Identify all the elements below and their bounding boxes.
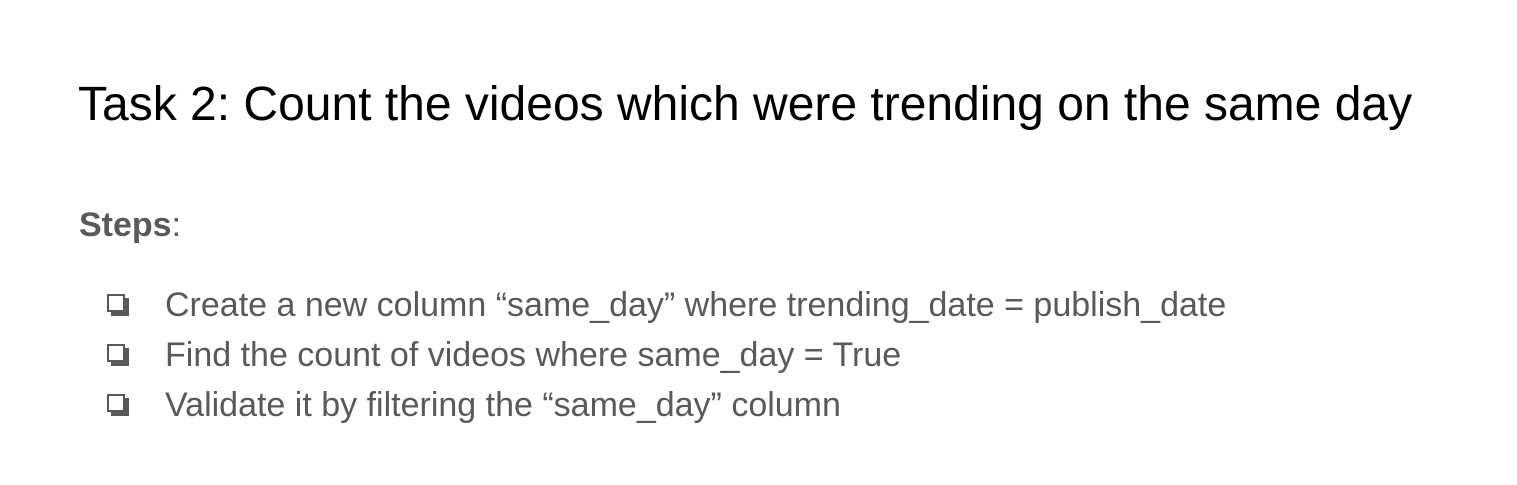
step-text: Validate it by filtering the “same_day” … [165,385,841,424]
steps-heading: Steps: [79,204,181,246]
slide: Task 2: Count the videos which were tren… [0,0,1517,485]
checkbox-icon [107,294,129,316]
checkbox-icon [107,394,129,416]
step-item-create-column: Create a new column “same_day” where tre… [107,280,1226,330]
checkbox-icon [107,344,129,366]
steps-heading-colon: : [171,206,182,244]
steps-list: Create a new column “same_day” where tre… [107,280,1226,430]
step-text: Find the count of videos where same_day … [165,335,902,374]
page-title: Task 2: Count the videos which were tren… [78,78,1413,131]
step-item-validate: Validate it by filtering the “same_day” … [107,380,1226,430]
step-item-find-count: Find the count of videos where same_day … [107,330,1226,380]
step-text: Create a new column “same_day” where tre… [165,285,1227,324]
steps-heading-label: Steps [79,206,172,244]
